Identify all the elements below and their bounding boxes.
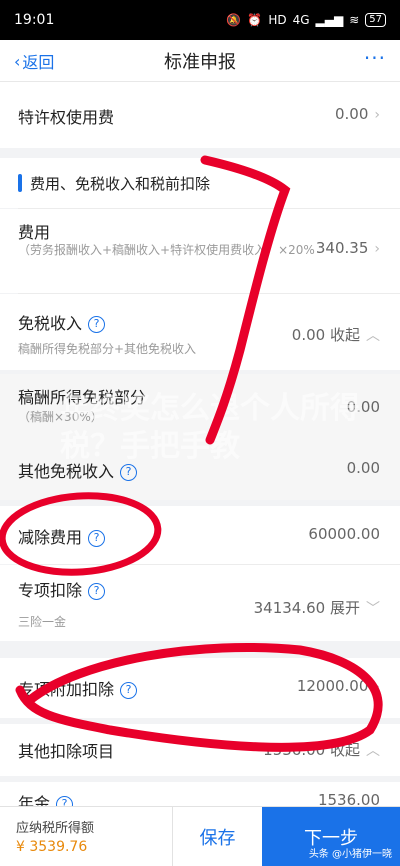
expense-formula: （劳务报酬收入+稿酬收入+特许权使用费收入）×20% bbox=[18, 243, 315, 257]
hd-indicator: HD bbox=[268, 13, 287, 27]
alarm-icon: ⏰ bbox=[247, 13, 263, 27]
network-indicator: 4G bbox=[292, 13, 310, 27]
other-deduct-value[interactable]: 1536.00 收起 ︿ bbox=[263, 739, 380, 760]
back-label: 返回 bbox=[22, 53, 55, 72]
tax-free-value[interactable]: 0.00 收起 ︿ bbox=[292, 324, 380, 345]
help-icon[interactable]: ? bbox=[88, 583, 106, 600]
section-header: 费用、免税收入和税前扣除 bbox=[0, 158, 400, 208]
chevron-right-icon: › bbox=[374, 679, 380, 695]
tax-free-label: 免税收入? bbox=[18, 310, 106, 334]
mute-icon: 🔕 bbox=[226, 13, 242, 27]
section-accent-bar bbox=[18, 174, 22, 192]
help-icon[interactable]: ? bbox=[120, 682, 138, 699]
chevron-up-icon: ︿ bbox=[366, 743, 380, 759]
chevron-down-icon: ﹀ bbox=[366, 601, 380, 617]
special-add-label: 专项附加扣除? bbox=[18, 676, 138, 700]
special-value[interactable]: 34134.60 展开 ﹀ bbox=[254, 597, 380, 618]
expense-value: 340.35 › bbox=[316, 239, 380, 257]
back-button[interactable]: ‹ 返回 bbox=[14, 49, 54, 73]
page-title: 标准申报 bbox=[164, 51, 236, 73]
signal-icon: ▂▄▆ bbox=[315, 13, 344, 27]
deduct-fee-value: 60000.00 bbox=[308, 525, 380, 543]
annuity-label: 年金? bbox=[18, 790, 74, 806]
collapse-toggle: 收起 bbox=[329, 326, 360, 344]
annuity-value: 1536.00 bbox=[317, 791, 380, 806]
tax-free-sub: 稿酬所得免税部分+其他免税收入 bbox=[18, 342, 197, 356]
franchise-row[interactable]: 特许权使用费 0.00 › bbox=[0, 82, 400, 148]
help-icon[interactable]: ? bbox=[88, 530, 106, 547]
expense-label: 费用 bbox=[18, 223, 51, 242]
special-add-amount: 12000.00 bbox=[296, 677, 369, 695]
special-amount: 34134.60 bbox=[253, 599, 326, 617]
special-add-value: 12000.00 › bbox=[297, 677, 380, 695]
watermark: 头条 @小猪伊一晓 bbox=[308, 849, 392, 860]
more-menu-button[interactable]: ··· bbox=[364, 46, 386, 70]
deduct-fee-row[interactable]: 减除费用? 60000.00 bbox=[0, 506, 400, 564]
wifi-icon: ≋ bbox=[349, 13, 360, 27]
royalty-free-row[interactable]: 稿酬所得免税部分 （稿酬×30%） 0.00 bbox=[0, 374, 400, 440]
other-free-value: 0.00 bbox=[346, 459, 380, 477]
chevron-right-icon: › bbox=[374, 241, 380, 257]
expense-row[interactable]: 费用 （劳务报酬收入+稿酬收入+特许权使用费收入）×20% 340.35 › bbox=[0, 209, 400, 293]
special-label-text: 专项扣除 bbox=[18, 581, 83, 600]
franchise-value: 0.00 › bbox=[335, 105, 380, 123]
nav-bar: ‹ 返回 标准申报 ··· bbox=[0, 40, 400, 82]
save-button[interactable]: 保存 bbox=[172, 807, 262, 866]
special-deduction-row[interactable]: 专项扣除? 三险一金 34134.60 展开 ﹀ bbox=[0, 565, 400, 641]
help-icon[interactable]: ? bbox=[88, 316, 106, 333]
status-time: 19:01 bbox=[14, 12, 55, 28]
collapse-toggle: 收起 bbox=[329, 741, 360, 759]
deduct-fee-label: 减除费用? bbox=[18, 524, 106, 548]
chevron-right-icon: › bbox=[374, 107, 380, 123]
battery-icon: 57 bbox=[365, 13, 386, 27]
special-add-row[interactable]: 专项附加扣除? 12000.00 › bbox=[0, 658, 400, 718]
status-icons: 🔕 ⏰ HD 4G ▂▄▆ ≋ 57 bbox=[226, 13, 386, 27]
bottom-bar: 应纳税所得额 ¥ 3539.76 保存 下一步 头条 @小猪伊一晓 bbox=[0, 806, 400, 866]
tax-free-label-text: 免税收入 bbox=[18, 314, 83, 333]
section-title: 费用、免税收入和税前扣除 bbox=[30, 175, 211, 193]
franchise-amount: 0.00 bbox=[334, 105, 369, 123]
tax-free-row[interactable]: 免税收入? 稿酬所得免税部分+其他免税收入 0.00 收起 ︿ bbox=[0, 294, 400, 370]
chevron-up-icon: ︿ bbox=[366, 328, 380, 344]
expand-toggle: 展开 bbox=[329, 599, 360, 617]
taxable-income-value: ¥ 3539.76 bbox=[16, 839, 88, 855]
other-free-label: 其他免税收入? bbox=[18, 458, 138, 482]
annuity-label-text: 年金 bbox=[18, 794, 51, 806]
other-free-label-text: 其他免税收入 bbox=[18, 462, 115, 481]
other-deduct-label: 其他扣除项目 bbox=[18, 742, 115, 761]
royalty-free-label: 稿酬所得免税部分 bbox=[18, 388, 147, 407]
chevron-left-icon: ‹ bbox=[14, 51, 21, 71]
status-bar: 19:01 🔕 ⏰ HD 4G ▂▄▆ ≋ 57 bbox=[0, 0, 400, 40]
tax-free-amount: 0.00 bbox=[291, 326, 326, 344]
special-sub: 三险一金 bbox=[18, 615, 67, 629]
franchise-label: 特许权使用费 bbox=[18, 108, 115, 127]
other-free-row[interactable]: 其他免税收入? 0.00 bbox=[0, 440, 400, 500]
annuity-row[interactable]: 年金? 1536.00 bbox=[0, 782, 400, 806]
expense-amount: 340.35 bbox=[315, 239, 369, 257]
help-icon[interactable]: ? bbox=[56, 796, 74, 806]
taxable-income-label: 应纳税所得额 bbox=[16, 821, 95, 836]
special-add-label-text: 专项附加扣除 bbox=[18, 680, 115, 699]
other-deduct-row[interactable]: 其他扣除项目 1536.00 收起 ︿ bbox=[0, 724, 400, 776]
royalty-free-value: 0.00 bbox=[346, 398, 380, 416]
deduct-fee-label-text: 减除费用 bbox=[18, 528, 83, 547]
form-content: 特许权使用费 0.00 › 费用、免税收入和税前扣除 费用 （劳务报酬收入+稿酬收… bbox=[0, 82, 400, 806]
special-label: 专项扣除? bbox=[18, 577, 106, 601]
royalty-free-sub: （稿酬×30%） bbox=[18, 410, 103, 424]
help-icon[interactable]: ? bbox=[120, 464, 138, 481]
other-deduct-amount: 1536.00 bbox=[263, 741, 326, 759]
